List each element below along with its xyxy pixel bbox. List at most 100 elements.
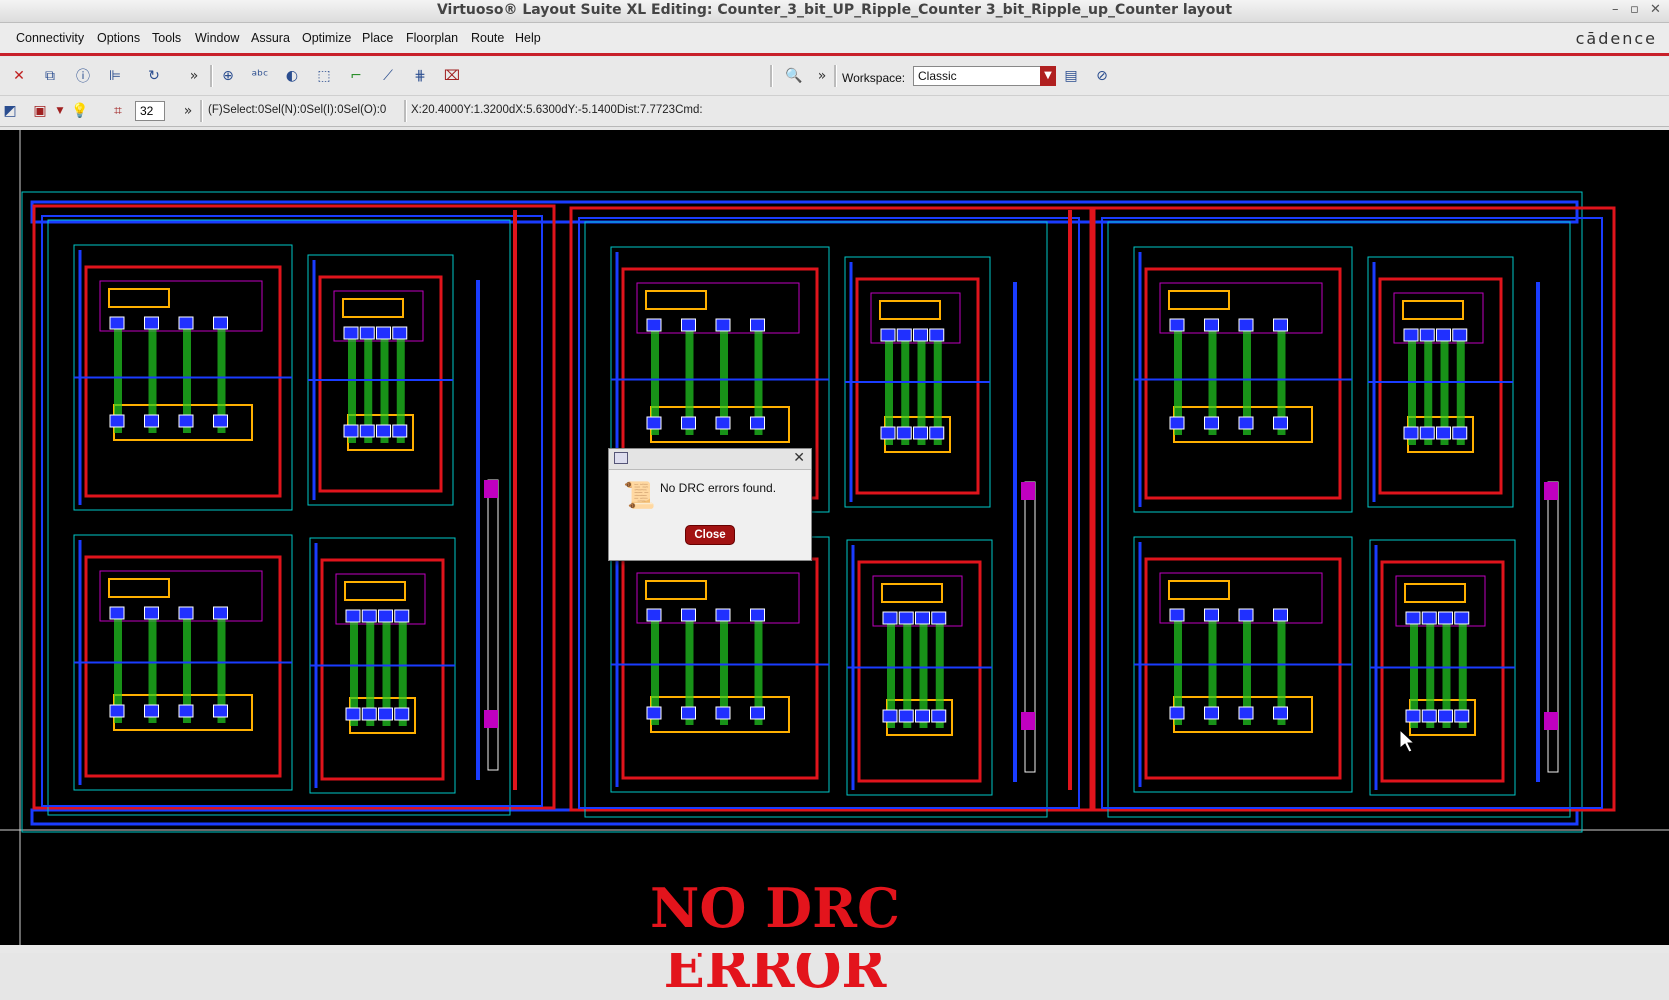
cadence-logo: cādence [1575,29,1657,48]
menu-help[interactable]: Help [515,31,541,45]
contact [929,426,945,440]
menu-assura[interactable]: Assura [251,31,290,45]
contact [929,328,945,342]
contact [144,606,159,620]
contact [343,424,359,438]
chevron-down-icon[interactable]: ▼ [1040,66,1056,86]
contact [1403,426,1419,440]
contact [715,706,731,720]
menu-floorplan[interactable]: Floorplan [406,31,458,45]
toolbar-overflow-icon-3[interactable]: » [178,101,198,121]
menu-tools[interactable]: Tools [152,31,181,45]
delete-wire-icon[interactable]: ⌧ [442,66,462,86]
workspace-select[interactable]: Classic [913,66,1043,86]
contact [646,318,662,332]
toolbar-separator [404,100,407,122]
menu-connectivity[interactable]: Connectivity [16,31,84,45]
contact [109,414,125,428]
contact [1419,328,1435,342]
pin-marker [1544,712,1558,730]
contact [915,611,930,625]
menu-route[interactable]: Route [471,31,504,45]
toolbar-separator [834,65,837,87]
workspace-save-icon[interactable]: ▤ [1061,66,1081,86]
create-via-icon[interactable]: ◐ [282,66,302,86]
info-icon[interactable]: ⓘ [73,66,93,86]
contact [345,707,361,721]
layout-canvas[interactable] [0,130,1669,945]
menu-window[interactable]: Window [195,31,239,45]
create-rectangle-icon[interactable]: ⬚ [314,66,334,86]
menu-optimize[interactable]: Optimize [302,31,351,45]
status-toolbar: ◩ ▣ ▼ 💡 ⌗ » (F)Select:0Sel(N):0Sel(I):0S… [0,96,1669,127]
contact [345,609,361,623]
contact [681,318,696,332]
display-stop-icon[interactable]: ⌗ [108,101,128,121]
contact [750,706,765,720]
contact [715,318,731,332]
create-bus-icon[interactable]: ⋕ [410,66,430,86]
contact [913,426,928,440]
align-icon[interactable]: ⊫ [105,66,125,86]
contact [178,414,194,428]
contact [1169,318,1185,332]
cancel-command-icon[interactable]: ✕ [9,66,29,86]
contact [915,709,930,723]
mouse-cursor-icon [1399,728,1416,753]
zoom-search-icon[interactable]: 🔍 [784,66,804,86]
contact [144,414,159,428]
refresh-icon[interactable]: ↻ [144,66,164,86]
layout-drawing [0,130,1669,945]
contact [378,707,393,721]
toolbar-overflow-icon[interactable]: » [184,66,204,86]
lightbulb-icon[interactable]: 💡 [70,101,90,121]
contact [1238,318,1254,332]
contact [376,326,391,340]
workspace-delete-icon[interactable]: ⊘ [1092,66,1112,86]
menu-options[interactable]: Options [97,31,140,45]
main-toolbar: ✕ ⧉ ⓘ ⊫ ↻ » ⊕ ᵃᵇᶜ ◐ ⬚ ⌐ ⟋ ⋕ ⌧ 🔍 » Worksp… [0,57,1669,96]
contact [1454,611,1470,625]
create-wire-icon[interactable]: ⟋ [378,66,398,86]
close-button[interactable]: Close [685,525,735,545]
contact [882,709,898,723]
dialog-close-icon[interactable]: ✕ [793,450,805,466]
hierarchy-icon[interactable]: ⧉ [40,66,60,86]
contact [109,316,125,330]
create-label-icon[interactable]: ᵃᵇᶜ [250,66,270,86]
contact [361,609,377,623]
contact [376,424,391,438]
contact [109,704,125,718]
contact [1204,608,1219,622]
contact [750,416,765,430]
menu-place[interactable]: Place [362,31,393,45]
close-window-button[interactable]: ✕ [1650,2,1661,17]
contact [931,611,947,625]
contact [178,704,194,718]
contact [681,706,696,720]
pin-marker [1021,712,1035,730]
contact [646,706,662,720]
chevron-down-icon[interactable]: ▼ [50,101,70,121]
contact [1273,416,1288,430]
create-path-icon[interactable]: ⌐ [346,66,366,86]
bottom-status-bar [0,945,1669,953]
pin-marker [484,710,498,728]
minimize-button[interactable]: – [1612,2,1619,17]
display-depth-input[interactable] [135,101,165,121]
window-icon [614,452,628,464]
contact [1273,318,1288,332]
create-pin-icon[interactable]: ⊕ [218,66,238,86]
contact [1405,709,1421,723]
pin-marker [1544,482,1558,500]
contact [1452,426,1468,440]
contact [394,707,410,721]
contact [1238,416,1254,430]
toolbar-overflow-icon-2[interactable]: » [812,66,832,86]
layer-palette-icon[interactable]: ▣ [30,101,50,121]
active-region [344,581,406,601]
select-mode-icon[interactable]: ◩ [0,101,20,121]
maximize-button[interactable]: ▫ [1630,2,1639,17]
contact [646,608,662,622]
message-note-icon: 📜 [623,481,656,511]
